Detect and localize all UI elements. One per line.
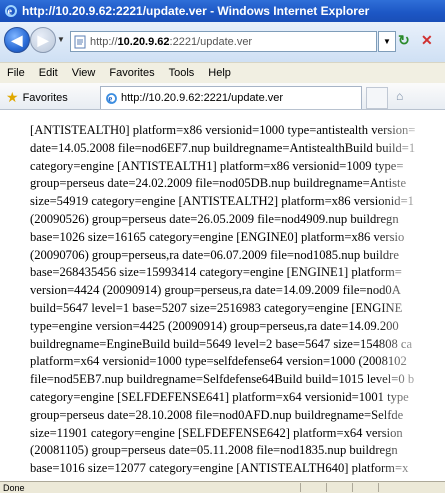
favorites-bar: ★ Favorites e http://10.20.9.62:2221/upd…	[0, 83, 445, 110]
recent-pages-dropdown-icon[interactable]: ▼	[57, 35, 65, 44]
status-segment	[300, 483, 327, 492]
menu-bar: File Edit View Favorites Tools Help	[0, 62, 445, 84]
page-icon	[74, 35, 86, 49]
status-segment	[352, 483, 379, 492]
menu-help[interactable]: Help	[208, 67, 231, 79]
title-bar: e http://10.20.9.62:2221/update.ver - Wi…	[0, 0, 445, 22]
star-icon: ★	[6, 89, 19, 105]
menu-tools[interactable]: Tools	[169, 67, 195, 79]
navigation-bar: ◀ ▶ ▼ http://10.20.9.62:2221/update.ver …	[0, 22, 445, 62]
status-segment	[378, 483, 405, 492]
address-prefix: http://	[90, 35, 118, 48]
tab-current-page[interactable]: e http://10.20.9.62:2221/update.ver	[100, 86, 362, 109]
refresh-icon[interactable]: ↻	[398, 32, 416, 50]
address-bar[interactable]: http://10.20.9.62:2221/update.ver	[70, 31, 377, 52]
update-ver-text: [ANTISTEALTH0] platform=x86 versionid=10…	[30, 123, 416, 481]
menu-view[interactable]: View	[72, 67, 96, 79]
tab-title: http://10.20.9.62:2221/update.ver	[121, 92, 284, 104]
address-rest: :2221/update.ver	[169, 35, 253, 48]
page-content: [ANTISTEALTH0] platform=x86 versionid=10…	[0, 110, 445, 481]
content-bottom-fade	[0, 473, 445, 481]
address-host: 10.20.9.62	[117, 35, 170, 48]
status-text: Done	[3, 482, 25, 493]
menu-file[interactable]: File	[7, 67, 25, 79]
address-dropdown-icon[interactable]: ▼	[378, 31, 396, 52]
svg-text:e: e	[108, 93, 112, 103]
favorites-label: Favorites	[22, 91, 68, 104]
back-button[interactable]: ◀	[4, 27, 30, 53]
menu-edit[interactable]: Edit	[39, 67, 58, 79]
status-segment	[326, 483, 353, 492]
favorites-button[interactable]: ★ Favorites	[6, 89, 68, 106]
status-bar: Done	[0, 481, 445, 493]
menu-favorites[interactable]: Favorites	[109, 67, 154, 79]
home-icon[interactable]: ⌂	[396, 89, 412, 103]
window-title: http://10.20.9.62:2221/update.ver - Wind…	[22, 4, 370, 18]
svg-text:e: e	[8, 7, 13, 18]
ie-page-icon: e	[105, 92, 118, 105]
forward-button[interactable]: ▶	[30, 27, 56, 53]
new-tab-button[interactable]	[366, 87, 388, 109]
stop-icon[interactable]: ✕	[421, 32, 439, 50]
ie-logo-icon: e	[4, 4, 18, 18]
